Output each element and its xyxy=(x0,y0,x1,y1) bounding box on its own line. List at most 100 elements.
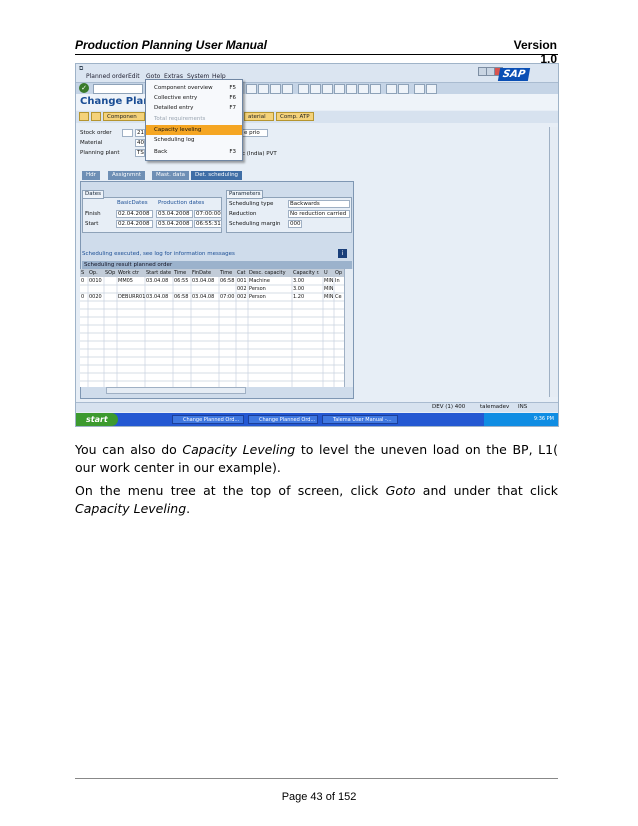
find-icon[interactable] xyxy=(310,84,321,94)
command-field[interactable] xyxy=(93,84,143,94)
system-info[interactable]: DEV (1) 400 xyxy=(432,403,465,412)
start-production-time[interactable]: 06:55:31 xyxy=(194,220,222,228)
table-cell[interactable]: MM05 xyxy=(118,277,133,285)
cancel-icon[interactable] xyxy=(282,84,293,94)
table-cell[interactable]: 03.04.08 xyxy=(146,277,168,285)
first-page-icon[interactable] xyxy=(334,84,345,94)
print-icon[interactable] xyxy=(298,84,309,94)
col-fin-date[interactable]: FinDate xyxy=(192,269,211,277)
table-cell[interactable]: 3.00 xyxy=(293,285,304,293)
finish-basic-date[interactable]: 02.04.2008 xyxy=(116,210,153,218)
table-cell[interactable]: 06:58 xyxy=(220,277,234,285)
col-op2[interactable]: Op xyxy=(335,269,342,277)
operations-icon[interactable] xyxy=(91,112,101,121)
new-session-icon[interactable] xyxy=(386,84,397,94)
last-page-icon[interactable] xyxy=(370,84,381,94)
menu-item-capacity-leveling[interactable]: Capacity leveling xyxy=(146,125,242,135)
back-icon[interactable] xyxy=(258,84,269,94)
stock-order-field[interactable]: 21 xyxy=(135,129,145,137)
tab-assignmnt[interactable]: Assignmnt xyxy=(108,171,145,180)
table-cell[interactable]: 0010 xyxy=(89,277,102,285)
info-icon[interactable]: i xyxy=(338,249,347,258)
table-cell[interactable]: 03.04.08 xyxy=(192,277,214,285)
components-button[interactable]: Componen xyxy=(103,112,145,121)
table-cell[interactable]: 3.00 xyxy=(293,277,304,285)
menu-item-collective-entry[interactable]: Collective entry F6 xyxy=(146,93,242,103)
col-fin-time[interactable]: Time xyxy=(220,269,232,277)
start-production-date[interactable]: 03.04.2008 xyxy=(156,220,193,228)
priority-field[interactable]: e prio xyxy=(242,129,268,137)
table-cell[interactable]: 07:00 xyxy=(220,293,234,301)
planning-plant-field[interactable]: TSI xyxy=(135,149,145,157)
shortcut-icon[interactable] xyxy=(398,84,409,94)
col-start-date[interactable]: Start date xyxy=(146,269,171,277)
next-page-icon[interactable] xyxy=(358,84,369,94)
table-cell[interactable]: MIN xyxy=(324,293,334,301)
col-cat[interactable]: Cat xyxy=(237,269,246,277)
prev-page-icon[interactable] xyxy=(346,84,357,94)
menu-icon[interactable]: ⧉ xyxy=(79,65,83,73)
exit-icon[interactable] xyxy=(270,84,281,94)
taskbar-item[interactable]: Change Planned Ord... xyxy=(172,415,244,424)
table-cell[interactable]: 03.04.08 xyxy=(146,293,168,301)
clock[interactable]: 9:36 PM xyxy=(534,416,554,422)
col-sop[interactable]: SOp xyxy=(105,269,115,277)
table-cell[interactable]: In xyxy=(335,277,340,285)
table-cell[interactable]: 06:58 xyxy=(174,293,188,301)
scheduling-message[interactable]: Scheduling executed, see log for informa… xyxy=(82,251,235,257)
screen-vertical-scrollbar[interactable] xyxy=(549,127,558,397)
tab-mast-data[interactable]: Mast. data xyxy=(152,171,190,180)
menu-planned-order[interactable]: Planned order xyxy=(86,73,128,80)
col-start-time[interactable]: Time xyxy=(174,269,186,277)
menu-item-back[interactable]: Back F3 xyxy=(146,147,242,157)
table-cell[interactable]: 0020 xyxy=(89,293,102,301)
col-desc-capacity[interactable]: Desc. capacity xyxy=(249,269,286,277)
reduction-select[interactable]: No reduction carried xyxy=(288,210,350,218)
tab-det-scheduling[interactable]: Det. scheduling xyxy=(191,171,243,180)
menu-item-scheduling-log[interactable]: Scheduling log xyxy=(146,135,242,145)
layout-icon[interactable] xyxy=(426,84,437,94)
save-icon[interactable] xyxy=(246,84,257,94)
stock-order-help-icon[interactable] xyxy=(122,129,133,137)
finish-production-date[interactable]: 03.04.2008 xyxy=(156,210,193,218)
start-button[interactable]: start xyxy=(76,413,118,426)
table-cell[interactable]: MIN xyxy=(324,277,334,285)
menu-edit[interactable]: Edit xyxy=(128,73,140,80)
table-cell[interactable]: 002 xyxy=(237,285,247,293)
menu-item-detailed-entry[interactable]: Detailed entry F7 xyxy=(146,103,242,113)
taskbar-item[interactable]: Talema User Manual -... xyxy=(322,415,398,424)
grid-horizontal-scrollbar[interactable] xyxy=(106,387,246,394)
table-cell[interactable]: 1.20 xyxy=(293,293,304,301)
table-cell[interactable]: 03.04.08 xyxy=(192,293,214,301)
table-cell[interactable]: Person xyxy=(249,285,266,293)
insert-mode[interactable]: INS xyxy=(518,403,527,412)
start-basic-date[interactable]: 02.04.2008 xyxy=(116,220,153,228)
menu-item-component-overview[interactable]: Component overview F5 xyxy=(146,83,242,93)
table-cell[interactable]: MIN xyxy=(324,285,334,293)
table-cell[interactable]: 001 xyxy=(237,277,247,285)
taskbar-item[interactable]: Change Planned Ord... xyxy=(248,415,318,424)
header-icon[interactable] xyxy=(79,112,89,121)
help-icon[interactable] xyxy=(414,84,425,94)
find-next-icon[interactable] xyxy=(322,84,333,94)
col-s[interactable]: S xyxy=(81,269,84,277)
table-cell[interactable]: Machine xyxy=(249,277,270,285)
material-button[interactable]: aterial xyxy=(244,112,274,121)
col-op[interactable]: Op. xyxy=(89,269,98,277)
enter-check-icon[interactable]: ✓ xyxy=(79,83,89,93)
material-field[interactable]: 400 xyxy=(135,139,145,147)
scheduling-type-select[interactable]: Backwards xyxy=(288,200,350,208)
table-cell[interactable]: 06:55 xyxy=(174,277,188,285)
table-cell[interactable]: 002 xyxy=(237,293,247,301)
table-cell[interactable]: Person xyxy=(249,293,266,301)
tab-hdr[interactable]: Hdr xyxy=(82,171,100,180)
col-u[interactable]: U xyxy=(324,269,328,277)
col-capacity-r[interactable]: Capacity r. xyxy=(293,269,320,277)
comp-atp-button[interactable]: Comp. ATP xyxy=(276,112,314,121)
grid-vertical-scrollbar[interactable] xyxy=(344,269,353,387)
finish-production-time[interactable]: 07:00:00 xyxy=(194,210,222,218)
scheduling-margin-field[interactable]: 000 xyxy=(288,220,302,228)
table-cell[interactable]: Ce xyxy=(335,293,342,301)
table-cell[interactable]: DEBURR01 xyxy=(118,293,145,301)
col-work-ctr[interactable]: Work ctr xyxy=(118,269,139,277)
